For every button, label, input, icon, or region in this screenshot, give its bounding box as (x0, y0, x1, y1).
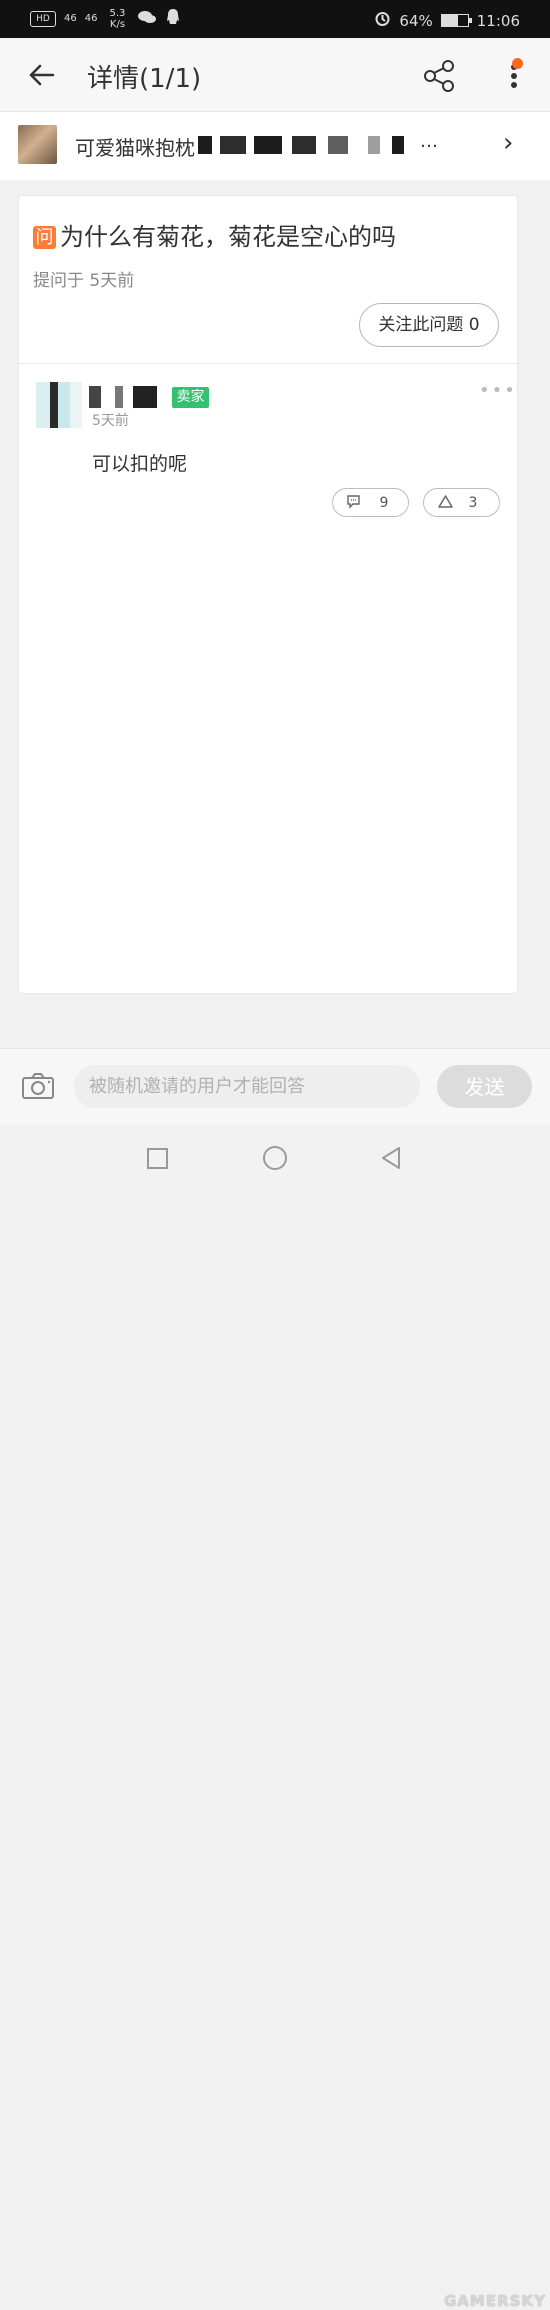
status-right: 64% 11:06 (374, 10, 520, 31)
more-button[interactable] (496, 55, 532, 97)
answer-input[interactable] (74, 1065, 420, 1108)
question-text: 为什么有菊花，菊花是空心的吗 (60, 223, 396, 251)
send-button[interactable]: 发送 (437, 1065, 532, 1108)
comment-count: 9 (379, 495, 389, 511)
status-left: HD 46 46 5.3 K/s (30, 8, 181, 30)
censored-product-title (198, 136, 438, 154)
top-header: 详情(1/1) (0, 38, 550, 112)
qq-icon (165, 8, 181, 30)
back-arrow-icon (29, 64, 55, 86)
watermark: GAMERSKY (444, 2292, 546, 2310)
seller-badge: 卖家 (172, 387, 209, 408)
answer-input-bar: 发送 (0, 1048, 550, 1124)
chevron-right-icon[interactable]: › (503, 129, 529, 159)
share-button[interactable] (418, 55, 460, 97)
clock-time: 11:06 (476, 11, 520, 30)
system-nav-bar: GAMERSKY (0, 1125, 550, 2310)
question-title: 问为什么有菊花，菊花是空心的吗 (33, 220, 396, 254)
upvote-count: 3 (468, 495, 478, 511)
battery-fill (441, 15, 459, 26)
divider (19, 363, 519, 364)
system-back-button[interactable] (379, 1145, 403, 1171)
home-button[interactable] (263, 1146, 287, 1170)
back-button[interactable] (25, 58, 59, 92)
hd-badge: HD (30, 11, 56, 27)
camera-icon[interactable] (20, 1070, 56, 1102)
recent-apps-button[interactable] (147, 1148, 168, 1169)
alarm-icon (374, 10, 391, 31)
network-speed-value: 5.3 (109, 8, 126, 19)
network-speed: 5.3 K/s (105, 8, 129, 30)
product-name: 可爱猫咪抱枕 (75, 136, 195, 160)
question-badge: 问 (33, 226, 56, 249)
comment-icon (347, 495, 360, 509)
battery-icon (440, 14, 472, 27)
upvote-button[interactable]: 3 (423, 488, 500, 517)
question-asked-time: 提问于 5天前 (33, 271, 135, 291)
product-thumbnail (18, 125, 57, 164)
product-row[interactable]: 可爱猫咪抱枕 … › (0, 112, 550, 180)
battery-percent: 64% (399, 11, 433, 30)
avatar[interactable] (36, 382, 82, 428)
answer-text: 可以扣的呢 (92, 453, 188, 475)
answer-time: 5天前 (92, 413, 129, 429)
upvote-icon (438, 495, 453, 508)
signal-strength-1: 46 (64, 13, 77, 24)
question-card: 问为什么有菊花，菊花是空心的吗 提问于 5天前 关注此问题 0 卖家 5天前 •… (18, 195, 519, 994)
follow-question-button[interactable]: 关注此问题 0 (359, 303, 499, 347)
notification-dot (512, 58, 523, 69)
more-horizontal-icon[interactable]: ••• (479, 380, 515, 401)
wechat-icon (137, 9, 157, 29)
share-icon (424, 60, 454, 92)
network-speed-unit: K/s (109, 19, 126, 30)
page-title: 详情(1/1) (87, 64, 202, 94)
status-bar: HD 46 46 5.3 K/s 64% 11:06 (0, 0, 550, 38)
censored-username (89, 386, 159, 408)
comment-button[interactable]: 9 (332, 488, 409, 517)
back-triangle-icon (382, 1147, 400, 1169)
signal-strength-2: 46 (84, 13, 98, 24)
product-title-ellipsis: … (420, 131, 438, 152)
